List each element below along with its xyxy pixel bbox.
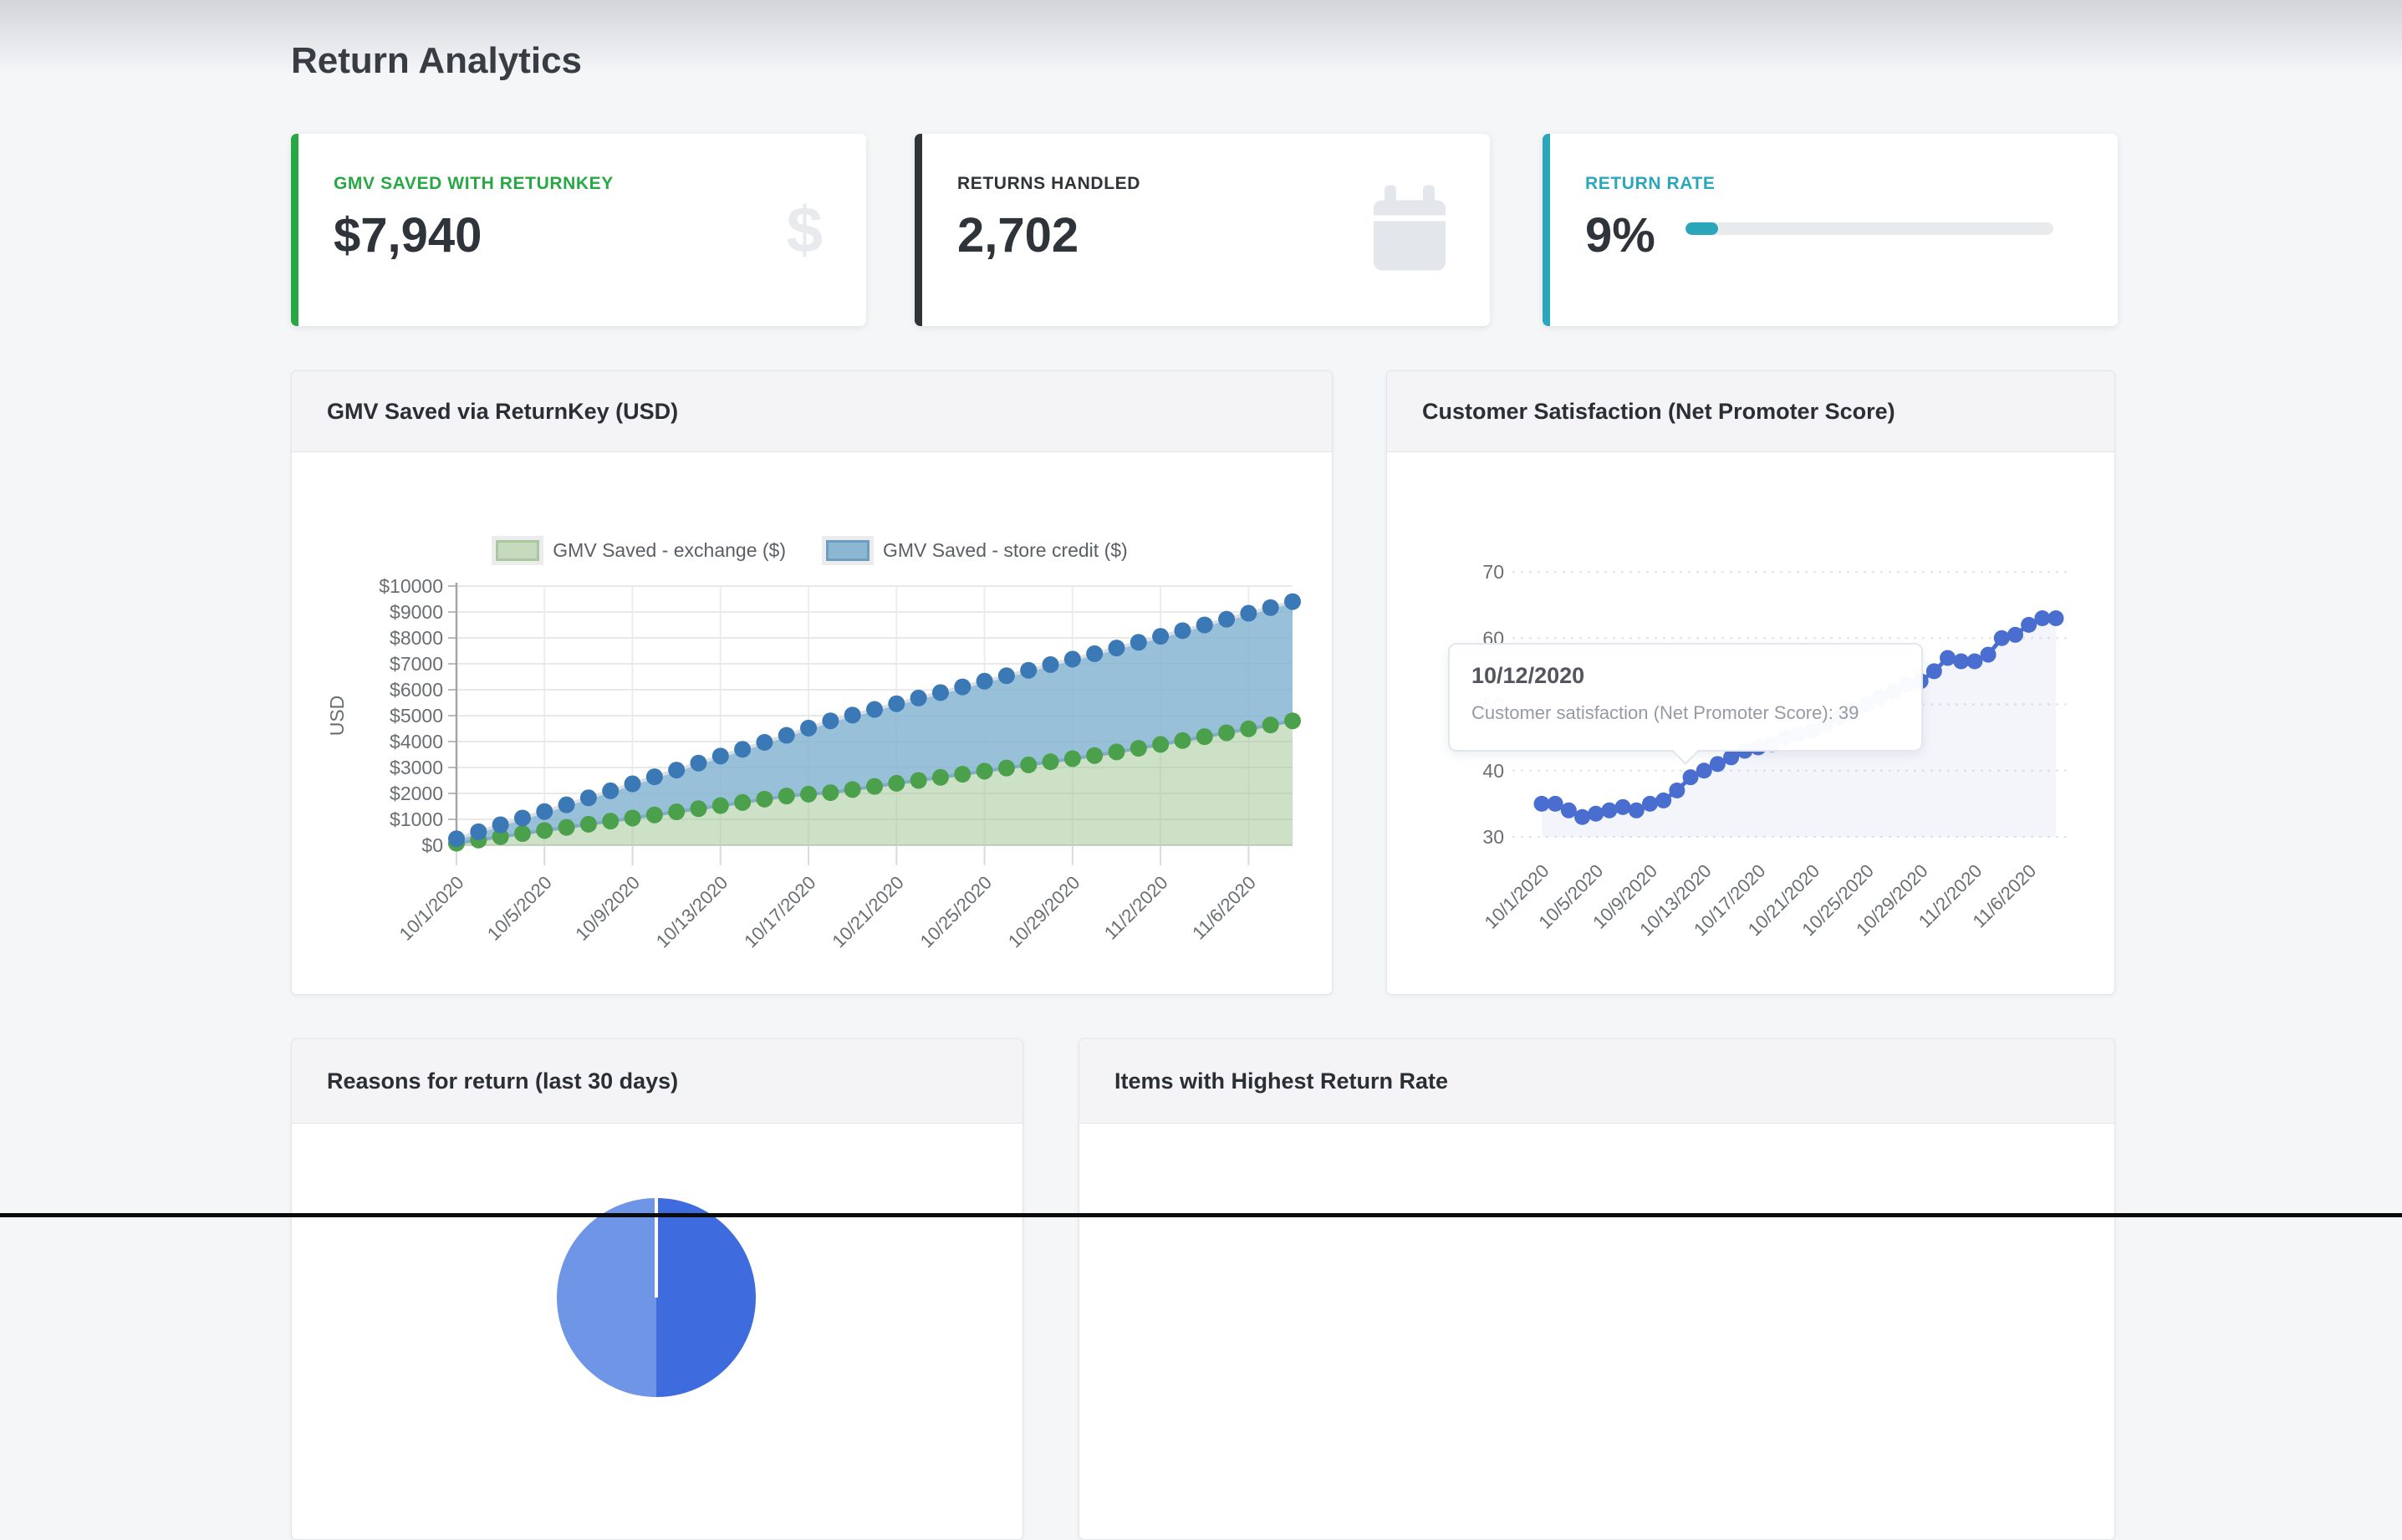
svg-text:40: 40 (1482, 760, 1504, 782)
viewport-bottom-edge (0, 1213, 2402, 1217)
svg-text:USD: USD (326, 696, 348, 737)
legend-label: GMV Saved - store credit ($) (883, 539, 1128, 562)
gmv-chart-legend: GMV Saved - exchange ($) GMV Saved - sto… (292, 539, 1332, 562)
dollar-icon: $ (787, 192, 823, 268)
svg-text:10/17/2020: 10/17/2020 (740, 872, 820, 952)
svg-text:10/21/2020: 10/21/2020 (828, 872, 908, 952)
svg-text:$8000: $8000 (390, 627, 443, 649)
reasons-card-title: Reasons for return (last 30 days) (292, 1039, 1023, 1124)
svg-text:30: 30 (1482, 826, 1504, 848)
kpi-value: $7,940 (334, 207, 819, 263)
kpi-label: RETURNS HANDLED (957, 174, 1443, 194)
svg-text:10/9/2020: 10/9/2020 (571, 872, 644, 945)
items-card-title: Items with Highest Return Rate (1079, 1039, 2114, 1124)
svg-text:10/13/2020: 10/13/2020 (652, 872, 732, 952)
svg-text:70: 70 (1482, 561, 1504, 583)
reasons-for-return-card: Reasons for return (last 30 days) (291, 1038, 1023, 1540)
svg-text:$3000: $3000 (390, 757, 443, 778)
svg-text:$6000: $6000 (390, 679, 443, 701)
svg-text:11/2/2020: 11/2/2020 (1100, 872, 1172, 944)
legend-swatch-store-credit (826, 540, 870, 561)
svg-text:$1000: $1000 (390, 808, 443, 830)
items-highest-return-rate-card: Items with Highest Return Rate (1079, 1038, 2115, 1540)
kpi-card-returns-handled: RETURNS HANDLED 2,702 (915, 134, 1490, 326)
reasons-pie-chart[interactable] (557, 1198, 756, 1397)
svg-text:10/5/2020: 10/5/2020 (483, 872, 556, 945)
gmv-chart-title: GMV Saved via ReturnKey (USD) (292, 371, 1332, 452)
nps-chart-tooltip: 10/12/2020 Customer satisfaction (Net Pr… (1448, 643, 1923, 752)
svg-text:$10000: $10000 (379, 575, 443, 597)
kpi-card-return-rate: RETURN RATE 9% (1543, 134, 2118, 326)
gmv-stacked-area-chart[interactable]: $0 $1000 $2000 $3000 $4000 $5000 $6000 $7000 $80… (292, 452, 1333, 995)
tooltip-text: Customer satisfaction (Net Promoter Scor… (1471, 702, 1900, 724)
nps-chart-title: Customer Satisfaction (Net Promoter Scor… (1387, 371, 2114, 452)
svg-text:$7000: $7000 (390, 653, 443, 675)
svg-text:$5000: $5000 (390, 705, 443, 727)
svg-text:11/6/2020: 11/6/2020 (1188, 872, 1260, 944)
svg-text:$0: $0 (421, 834, 443, 856)
gmv-chart-card: GMV Saved via ReturnKey (USD) GMV Saved … (291, 370, 1333, 995)
kpi-card-gmv-saved: GMV SAVED WITH RETURNKEY $7,940 $ (291, 134, 866, 326)
calendar-icon (1373, 182, 1446, 278)
nps-chart-card: Customer Satisfaction (Net Promoter Scor… (1386, 370, 2115, 995)
page-title: Return Analytics (291, 40, 582, 82)
return-rate-progress-track (1685, 222, 2053, 235)
svg-text:10/25/2020: 10/25/2020 (916, 872, 997, 952)
kpi-value: 9% (1585, 207, 1655, 263)
kpi-value: 2,702 (957, 207, 1443, 263)
legend-item-store-credit[interactable]: GMV Saved - store credit ($) (826, 539, 1128, 562)
legend-label: GMV Saved - exchange ($) (553, 539, 786, 562)
legend-item-exchange[interactable]: GMV Saved - exchange ($) (496, 539, 786, 562)
kpi-label: GMV SAVED WITH RETURNKEY (334, 174, 819, 194)
legend-swatch-exchange (496, 540, 539, 561)
svg-text:10/29/2020: 10/29/2020 (1004, 872, 1084, 952)
svg-text:$4000: $4000 (390, 731, 443, 752)
return-rate-progress-fill (1685, 222, 1719, 235)
svg-text:10/1/2020: 10/1/2020 (395, 872, 468, 945)
tooltip-date: 10/12/2020 (1471, 663, 1900, 689)
svg-text:$2000: $2000 (390, 783, 443, 804)
svg-text:$9000: $9000 (390, 601, 443, 623)
kpi-label: RETURN RATE (1585, 174, 2071, 194)
